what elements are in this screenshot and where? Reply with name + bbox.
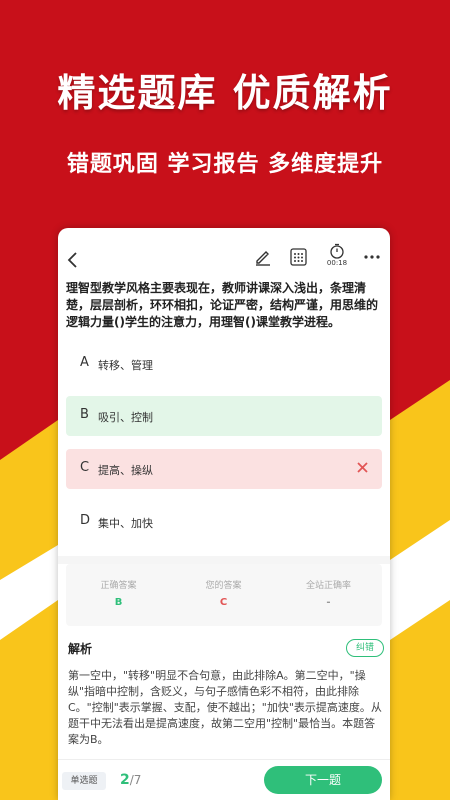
accuracy-rate-stat: 全站正确率 - [276,578,381,608]
divider [58,556,390,564]
correct-answer-value: B [114,597,123,608]
analysis-title: 解析 [68,642,93,656]
total-questions: /7 [129,773,142,787]
option-letter: D [80,513,91,528]
question-text: 理智型教学风格主要表现在，教师讲课深入浅出，条理清楚，层层剖析，环环相扣，论证严… [66,281,379,329]
option-text: 转移、管理 [98,359,153,372]
chevron-left-icon[interactable] [66,252,80,268]
bottom-bar: 单选题 2/7 下一题 [58,759,390,800]
timer-icon [330,243,344,259]
option-text: 集中、加快 [98,517,153,530]
option-b[interactable]: B 吸引、控制 [66,396,382,436]
option-text: 提高、操纵 [98,464,153,477]
option-letter: A [80,355,89,370]
analysis-text: 第一空中，"转移"明显不合句意，由此排除A。第二空中，"操纵"指暗中控制，含贬义… [68,669,382,746]
timer[interactable]: 00:18 [324,243,350,271]
question-type-badge: 单选题 [62,772,106,790]
timer-text: 00:18 [326,259,348,267]
close-icon [357,462,368,473]
option-c[interactable]: C 提高、操纵 [66,449,382,489]
your-answer-label: 您的答案 [205,581,242,591]
question-progress: 2/7 [120,772,141,788]
report-error-button[interactable]: 纠错 [346,639,384,657]
accuracy-rate-value: - [326,597,331,608]
your-answer-stat: 您的答案 C [171,578,276,608]
calculator-icon[interactable] [290,248,307,266]
top-toolbar: 00:18 [58,228,390,276]
correct-answer-label: 正确答案 [100,581,137,591]
answer-stats: 正确答案 B 您的答案 C 全站正确率 - [66,564,382,626]
current-question-number: 2 [120,772,130,788]
option-d[interactable]: D 集中、加快 [66,502,382,542]
banner-headline: 精选题库 优质解析 [57,71,393,115]
option-a[interactable]: A 转移、管理 [66,344,382,384]
banner-subheadline: 错题巩固 学习报告 多维度提升 [66,152,384,177]
correct-answer-stat: 正确答案 B [66,578,171,608]
more-icon[interactable] [363,254,381,260]
your-answer-value: C [219,597,228,608]
accuracy-rate-label: 全站正确率 [305,581,351,591]
option-letter: C [80,460,90,475]
option-letter: B [80,407,89,422]
option-text: 吸引、控制 [98,411,153,424]
pen-icon[interactable] [254,248,272,266]
next-question-button[interactable]: 下一题 [264,766,382,794]
phone-screen: 00:18 理智型教学风格主要表现在，教师讲课深入浅出，条理清楚，层层剖析，环环… [58,228,390,800]
